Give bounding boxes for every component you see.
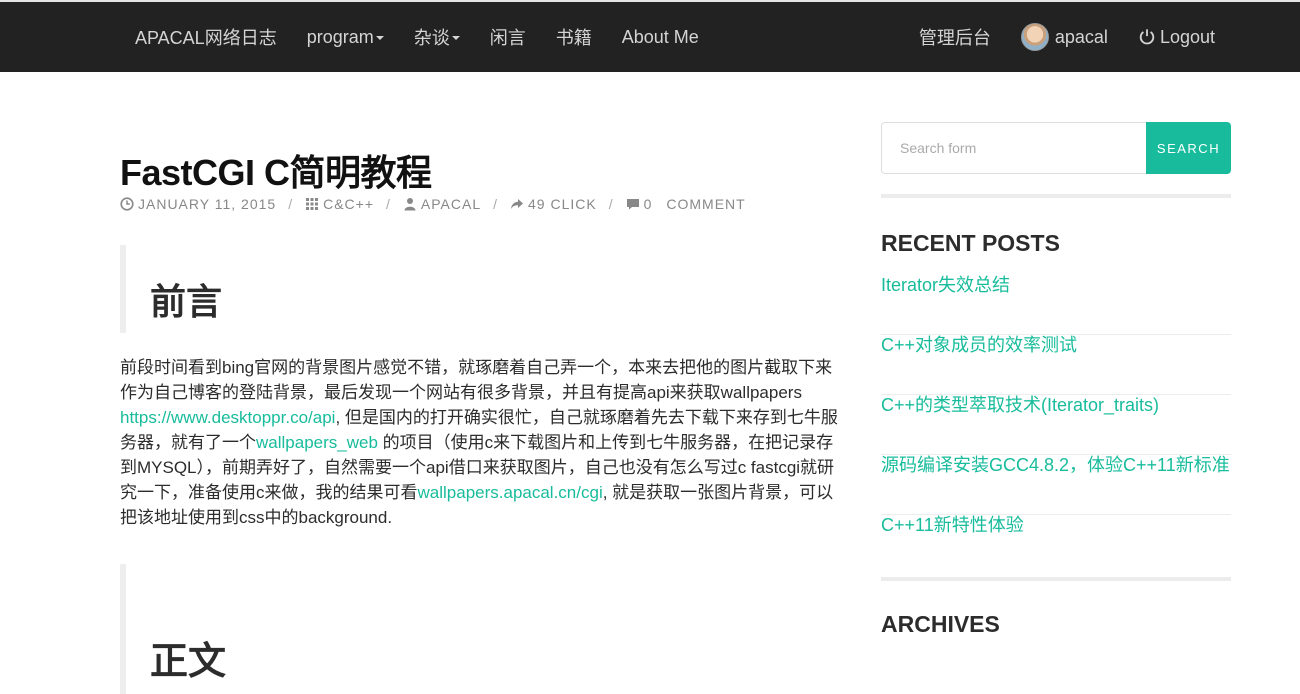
- nav-item-label: About Me: [621, 26, 699, 47]
- comment-count: 0: [643, 196, 653, 212]
- clock-icon: [120, 197, 134, 211]
- meta-separator: /: [608, 196, 614, 212]
- recent-post-link[interactable]: C++的类型萃取技术(Iterator_traits): [881, 391, 1159, 417]
- post-author[interactable]: APACAL: [421, 196, 481, 212]
- post-title: FastCGI C简明教程: [120, 152, 432, 193]
- top-navbar: APACAL网络日志 program 杂谈 闲言 书籍 About Me 管理后…: [0, 0, 1300, 72]
- post-clicks: 49 CLICK: [528, 196, 597, 212]
- list-item: Iterator失效总结: [881, 275, 1231, 335]
- recent-post-link[interactable]: C++11新特性体验: [881, 511, 1024, 537]
- logout-label: Logout: [1159, 26, 1215, 47]
- recent-post-link[interactable]: 源码编译安装GCC4.8.2，体验C++11新标准: [881, 451, 1230, 477]
- nav-item-about[interactable]: About Me: [607, 2, 714, 72]
- nav-item-label: 闲言: [489, 28, 526, 48]
- user-link[interactable]: apacal: [1006, 2, 1123, 72]
- user-name: apacal: [1054, 26, 1108, 47]
- recent-post-link[interactable]: Iterator失效总结: [881, 271, 1010, 297]
- recent-posts-title: RECENT POSTS: [881, 230, 1060, 256]
- wallpapers-web-link[interactable]: wallpapers_web: [256, 433, 378, 452]
- nav-right: 管理后台 apacal Logout: [904, 2, 1230, 72]
- section-heading-preface: 前言: [150, 281, 223, 322]
- avatar: [1020, 23, 1049, 51]
- grid-icon: [306, 198, 319, 210]
- desktoppr-link[interactable]: https://www.desktoppr.co/api: [120, 408, 335, 427]
- user-icon: [404, 198, 416, 211]
- nav-item-xianyan[interactable]: 闲言: [475, 2, 541, 72]
- blockquote-preface: 前言: [120, 245, 840, 333]
- power-icon: [1139, 29, 1155, 45]
- meta-separator: /: [386, 196, 391, 212]
- nav-item-label: 书籍: [555, 28, 592, 48]
- paragraph-text: 前段时间看到bing官网的背景图片感觉不错，就琢磨着自己弄一个，本来去把他的图片…: [120, 358, 833, 402]
- caret-down-icon: [375, 36, 384, 40]
- admin-link[interactable]: 管理后台: [904, 2, 1006, 72]
- post-meta: JANUARY 11, 2015 / C&C++ / APACAL / 49 C…: [120, 196, 746, 212]
- wallpapers-cgi-link[interactable]: wallpapers.apacal.cn/cgi: [418, 483, 603, 502]
- archives-title: ARCHIVES: [881, 611, 1000, 637]
- section-heading-body: 正文: [150, 641, 227, 683]
- post-date: JANUARY 11, 2015: [138, 196, 277, 212]
- widget-divider: [881, 194, 1231, 198]
- list-item: C++对象成员的效率测试: [881, 335, 1231, 395]
- recent-posts-list: Iterator失效总结 C++对象成员的效率测试 C++的类型萃取技术(Ite…: [881, 275, 1231, 575]
- nav-item-label: 杂谈: [413, 28, 450, 48]
- search-input[interactable]: [881, 122, 1146, 174]
- recent-post-link[interactable]: C++对象成员的效率测试: [881, 331, 1077, 357]
- meta-separator: /: [493, 196, 498, 212]
- search-button[interactable]: SEARCH: [1146, 122, 1231, 174]
- blockquote-body: 正文: [120, 564, 840, 694]
- brand-link[interactable]: APACAL网络日志: [120, 2, 292, 72]
- widget-divider: [881, 577, 1231, 581]
- sidebar: SEARCH RECENT POSTS Iterator失效总结 C++对象成员…: [881, 122, 1231, 656]
- comment-link[interactable]: COMMENT: [666, 196, 745, 212]
- post-paragraph: 前段时间看到bing官网的背景图片感觉不错，就琢磨着自己弄一个，本来去把他的图片…: [120, 355, 840, 530]
- list-item: C++的类型萃取技术(Iterator_traits): [881, 395, 1231, 455]
- search-form: SEARCH: [881, 122, 1231, 174]
- nav-item-zatan[interactable]: 杂谈: [399, 2, 475, 72]
- nav-item-label: program: [306, 26, 374, 47]
- caret-down-icon: [451, 36, 460, 40]
- meta-separator: /: [288, 196, 294, 212]
- share-arrow-icon: [511, 199, 523, 209]
- logout-link[interactable]: Logout: [1123, 2, 1230, 72]
- post-category[interactable]: C&C++: [323, 196, 374, 212]
- nav-item-books[interactable]: 书籍: [541, 2, 607, 72]
- list-item: 源码编译安装GCC4.8.2，体验C++11新标准: [881, 455, 1231, 515]
- nav-item-program[interactable]: program: [292, 2, 399, 72]
- comment-icon: [626, 199, 639, 210]
- nav-left: APACAL网络日志 program 杂谈 闲言 书籍 About Me: [120, 2, 714, 72]
- list-item: C++11新特性体验: [881, 515, 1231, 575]
